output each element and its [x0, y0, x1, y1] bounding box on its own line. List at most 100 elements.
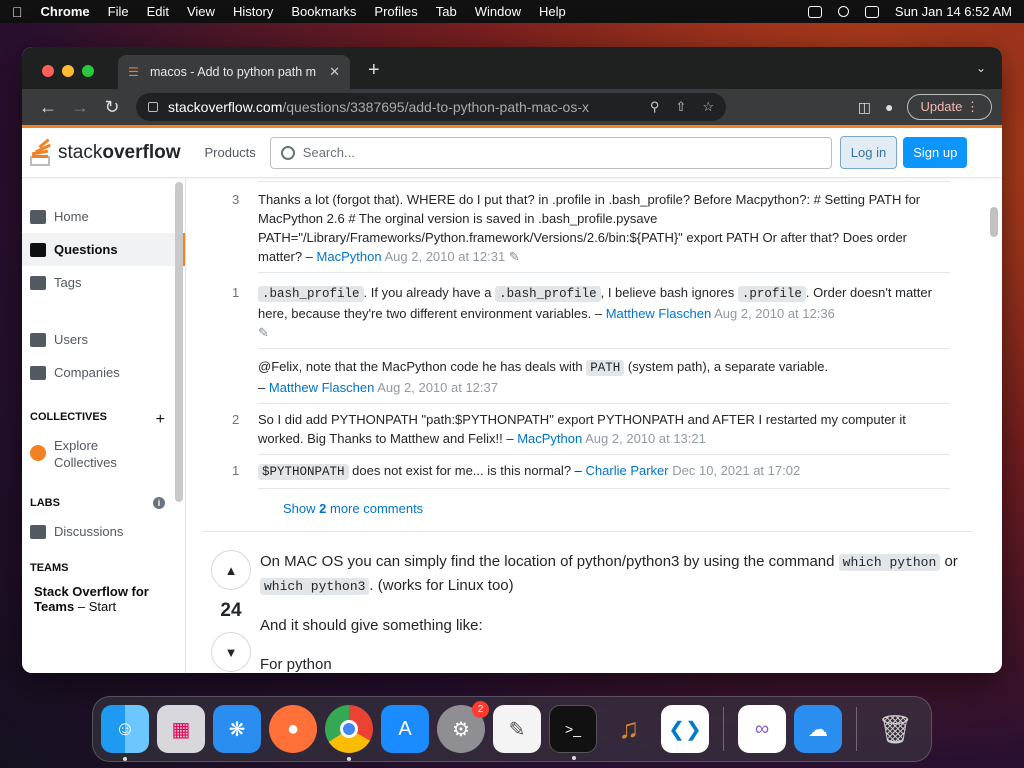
launchpad-icon[interactable]: ▦: [157, 705, 205, 753]
answer-text: or: [940, 553, 958, 570]
menu-window[interactable]: Window: [475, 4, 521, 19]
control-center-icon[interactable]: [864, 5, 879, 18]
menu-profiles[interactable]: Profiles: [374, 4, 417, 19]
edit-pencil-icon[interactable]: ✎: [509, 249, 520, 264]
menu-file[interactable]: File: [108, 4, 129, 19]
comment-score: 1: [232, 285, 240, 300]
comment-user-link[interactable]: MacPython: [317, 249, 382, 264]
comment-user-link[interactable]: MacPython: [517, 431, 582, 446]
comment-user-link[interactable]: Matthew Flaschen: [269, 380, 375, 395]
sidebar-scrollbar[interactable]: [175, 182, 183, 502]
maximize-window-button[interactable]: [82, 65, 94, 77]
explore-collectives-link[interactable]: Explore Collectives: [22, 437, 185, 471]
update-button[interactable]: Update ⋮: [907, 94, 992, 120]
downvote-button[interactable]: ▼: [211, 632, 251, 672]
edit-pencil-icon[interactable]: ✎: [258, 325, 269, 340]
comment-text: does not exist for me... is this normal?…: [348, 463, 582, 478]
forward-arrow-icon[interactable]: →: [64, 97, 96, 118]
comment-text: . If you already have a: [363, 285, 496, 300]
vscode-icon[interactable]: ❮❯: [661, 705, 709, 753]
stackoverflow-logo[interactable]: stack overflow: [30, 137, 180, 166]
show-more-prefix: Show: [283, 501, 320, 516]
comment-score: [232, 357, 258, 397]
sidebar-item-discussions[interactable]: Discussions: [22, 515, 185, 548]
info-icon[interactable]: i: [153, 497, 165, 509]
visual-studio-icon[interactable]: ∞: [738, 705, 786, 753]
menu-help[interactable]: Help: [539, 4, 566, 19]
garageband-icon[interactable]: ♫: [605, 705, 653, 753]
menu-edit[interactable]: Edit: [147, 4, 169, 19]
browser-tab[interactable]: ☰ macos - Add to python path m ✕: [118, 55, 350, 89]
safari-icon[interactable]: ❋: [213, 705, 261, 753]
comment-text: , I believe bash ignores: [600, 285, 738, 300]
log-in-button[interactable]: Log in: [839, 136, 898, 169]
site-search-input[interactable]: Search...: [269, 136, 832, 169]
comment-item: @Felix, note that the MacPython code he …: [258, 349, 950, 404]
menu-history[interactable]: History: [233, 4, 273, 19]
answer-paragraph: For python: [260, 656, 332, 673]
answer-text: On MAC OS you can simply find the locati…: [260, 553, 839, 570]
comment-date[interactable]: Aug 2, 2010 at 13:21: [585, 431, 706, 446]
answer-paragraph: And it should give something like:: [260, 617, 483, 634]
comment-user-link[interactable]: Matthew Flaschen: [606, 306, 712, 321]
answer-code: which python: [838, 554, 941, 571]
tab-search-chevron-icon[interactable]: ⌄: [976, 61, 986, 75]
sidebar-item-questions[interactable]: Questions: [22, 233, 185, 266]
comment-user-link[interactable]: Charlie Parker: [586, 463, 669, 478]
menu-app-name[interactable]: Chrome: [41, 4, 90, 19]
share-icon[interactable]: ⇧: [675, 99, 686, 115]
zoom-search-icon[interactable]: ⚲: [650, 99, 660, 115]
close-window-button[interactable]: [42, 65, 54, 77]
comment-date[interactable]: Aug 2, 2010 at 12:36: [714, 306, 835, 321]
app-store-icon[interactable]: A: [381, 705, 429, 753]
comment-code: .profile: [737, 286, 806, 302]
teams-promo[interactable]: Stack Overflow for Teams – Start: [22, 584, 185, 614]
system-settings-icon[interactable]: ⚙ 2: [437, 701, 489, 753]
menu-bookmarks[interactable]: Bookmarks: [291, 4, 356, 19]
sidebar-item-companies[interactable]: Companies: [22, 356, 185, 389]
collectives-heading: COLLECTIVES +: [22, 411, 185, 429]
add-collective-icon[interactable]: +: [156, 411, 165, 429]
browser-toolbar: ← → ↻ stackoverflow.com/questions/338769…: [22, 89, 1002, 125]
sidebar-item-users[interactable]: Users: [22, 323, 185, 356]
lock-icon[interactable]: [148, 102, 158, 112]
home-icon: [30, 209, 46, 224]
dock-separator: [723, 707, 724, 751]
products-link[interactable]: Products: [204, 145, 255, 160]
terminal-icon[interactable]: >_: [549, 705, 597, 760]
window-controls: [42, 65, 94, 77]
back-arrow-icon[interactable]: ←: [32, 97, 64, 118]
close-tab-icon[interactable]: ✕: [329, 64, 340, 80]
spotlight-search-icon[interactable]: [837, 6, 849, 17]
bookmark-star-icon[interactable]: ☆: [702, 99, 714, 115]
comment-date[interactable]: Aug 2, 2010 at 12:31: [385, 249, 506, 264]
profile-avatar-icon[interactable]: ●: [885, 99, 893, 115]
url-path: /questions/3387695/add-to-python-path-ma…: [282, 99, 590, 115]
comment-date[interactable]: Dec 10, 2021 at 17:02: [672, 463, 800, 478]
web-page: stack overflow Products Search... Log in …: [22, 125, 1002, 673]
menu-view[interactable]: View: [187, 4, 215, 19]
minimize-window-button[interactable]: [62, 65, 74, 77]
side-panel-icon[interactable]: ◫: [858, 99, 871, 116]
reload-icon[interactable]: ↻: [96, 97, 128, 118]
address-bar[interactable]: stackoverflow.com/questions/3387695/add-…: [136, 93, 726, 121]
trash-icon[interactable]: 🗑: [871, 705, 919, 753]
sidebar-item-home[interactable]: Home: [22, 200, 185, 233]
chrome-icon[interactable]: [325, 705, 373, 761]
finder-icon[interactable]: ☺: [101, 705, 149, 761]
menu-tab[interactable]: Tab: [436, 4, 457, 19]
apple-menu-icon[interactable]: : [12, 4, 23, 20]
sign-up-button[interactable]: Sign up: [903, 137, 968, 168]
left-sidebar: Home Questions Tags Users Companies COLL: [22, 178, 186, 673]
textedit-icon[interactable]: ✎: [493, 705, 541, 753]
show-more-comments-link[interactable]: Show 2 more comments: [283, 501, 972, 516]
weather-icon[interactable]: ☁: [794, 705, 842, 753]
page-scrollbar[interactable]: [990, 207, 998, 237]
new-tab-icon[interactable]: +: [368, 59, 380, 82]
firefox-icon[interactable]: ●: [269, 705, 317, 753]
screen-mirroring-icon[interactable]: [807, 5, 822, 18]
menu-clock[interactable]: Sun Jan 14 6:52 AM: [895, 4, 1012, 19]
comment-date[interactable]: Aug 2, 2010 at 12:37: [377, 380, 498, 395]
sidebar-item-tags[interactable]: Tags: [22, 266, 185, 299]
upvote-button[interactable]: ▲: [211, 550, 251, 590]
